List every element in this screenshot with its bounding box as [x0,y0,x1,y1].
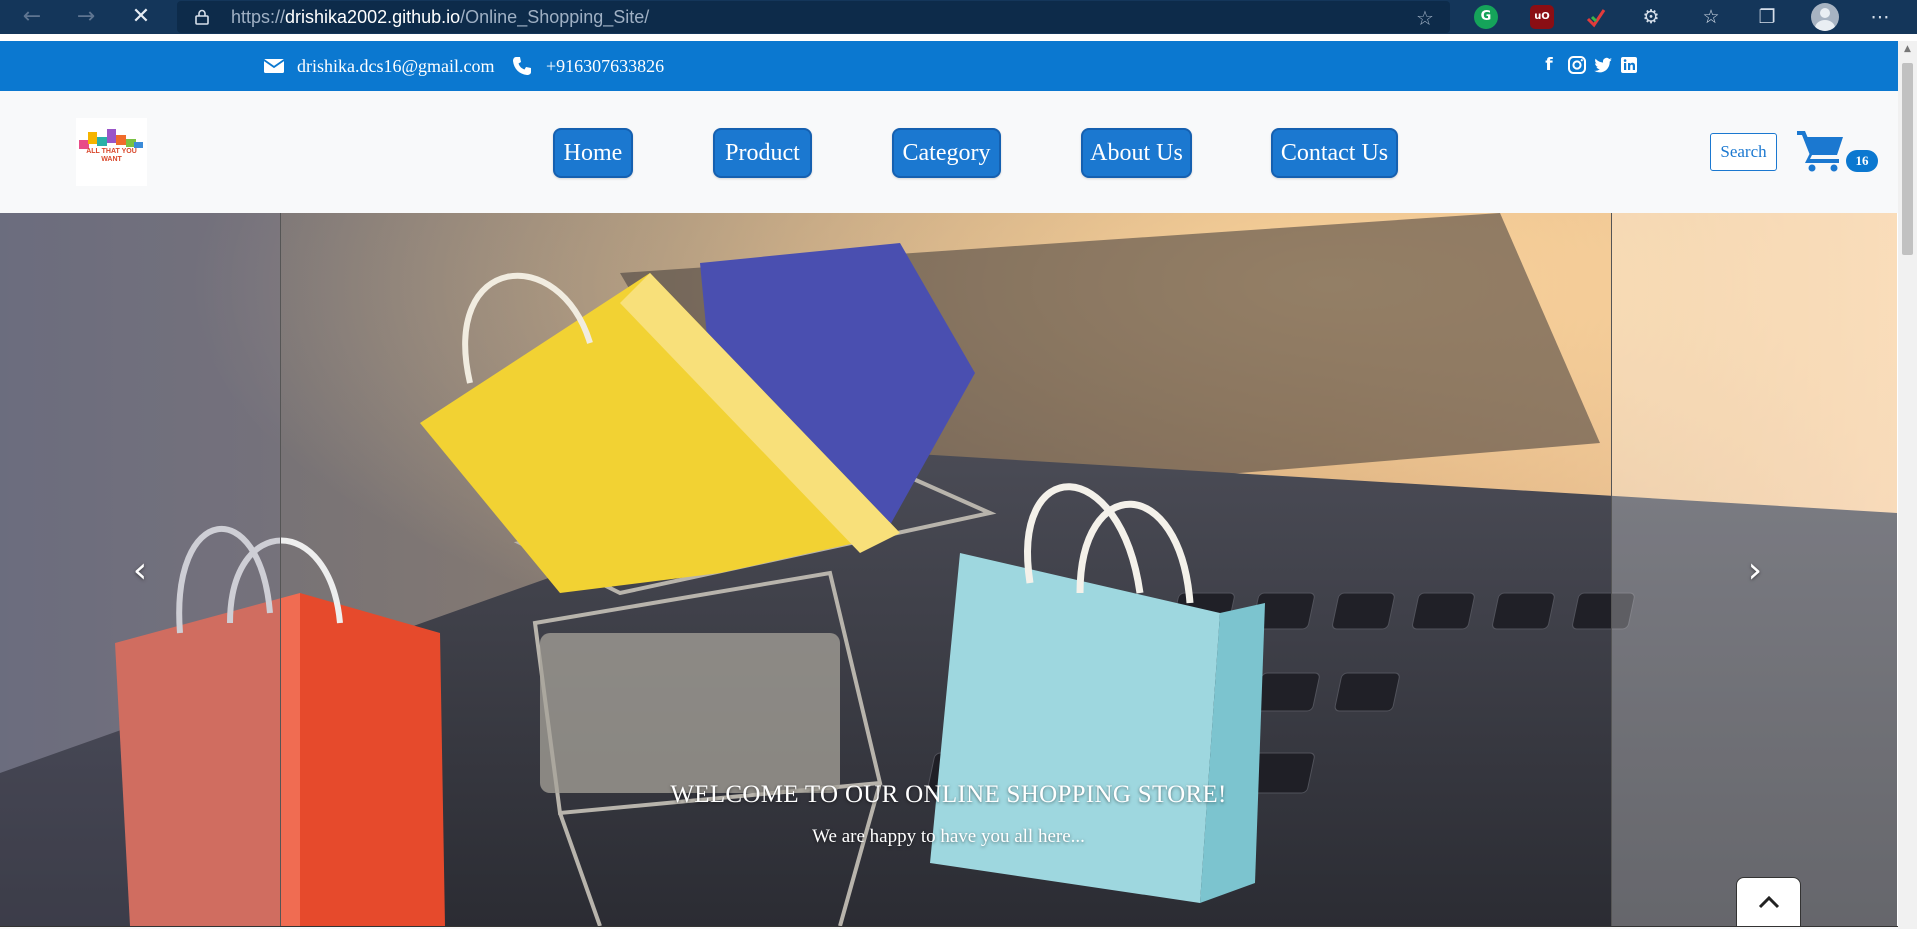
carousel-caption-title: WELCOME TO OUR ONLINE SHOPPING STORE! [670,781,1227,808]
color-extension-icon[interactable] [1584,5,1608,29]
contact-phone[interactable]: +916307633826 [546,41,664,91]
address-bar[interactable]: https://drishika2002.github.io/Online_Sh… [177,1,1450,33]
nav-product[interactable]: Product [713,128,812,178]
envelope-icon [263,59,285,73]
forward-arrow-icon[interactable]: → [66,0,106,34]
contact-topbar: drishika.dcs16@gmail.com +916307633826 f [0,41,1898,91]
nav-contact-us[interactable]: Contact Us [1271,128,1398,178]
nav-category[interactable]: Category [892,128,1001,178]
favorites-icon[interactable]: ☆ [1698,4,1724,30]
twitter-icon[interactable] [1593,55,1613,75]
stop-loading-icon[interactable]: ✕ [121,0,161,34]
profile-avatar[interactable] [1811,3,1839,31]
chevron-up-icon [1758,895,1780,909]
site-header: ALL THAT YOU WANT Home Product Category … [0,91,1898,213]
ublock-icon[interactable]: uO [1530,5,1554,29]
carousel-next-chevron-icon[interactable]: › [1735,551,1775,591]
page-scrollbar[interactable]: ▲ [1898,41,1917,929]
logo-text: ALL THAT YOU WANT [86,148,137,163]
linkedin-icon[interactable] [1619,55,1639,75]
more-menu-icon[interactable]: ⋯ [1867,4,1893,30]
collections-icon[interactable]: ❐ [1754,4,1780,30]
site-logo[interactable]: ALL THAT YOU WANT [76,118,147,186]
nav-about-us[interactable]: About Us [1081,128,1192,178]
back-arrow-icon[interactable]: ← [12,0,52,34]
hero-carousel: WELCOME TO OUR ONLINE SHOPPING STORE! We… [0,213,1897,926]
url-scheme: https:// [231,7,286,27]
carousel-caption-subtitle: We are happy to have you all here... [812,826,1085,847]
nav-home[interactable]: Home [553,128,633,178]
contact-email[interactable]: drishika.dcs16@gmail.com [297,41,495,91]
back-to-top-button[interactable] [1736,877,1801,929]
lock-icon [195,9,209,25]
browser-toolbar: ← → ✕ https://drishika2002.github.io/Onl… [0,0,1917,34]
carousel-prev-chevron-icon[interactable]: ‹ [120,551,160,591]
grammarly-icon[interactable]: G [1474,5,1498,29]
shopping-cart-icon[interactable] [1796,128,1846,172]
url-host: drishika2002.github.io [285,7,461,27]
extensions-puzzle-icon[interactable]: ⚙ [1638,4,1664,30]
instagram-icon[interactable] [1567,55,1587,75]
url-text: https://drishika2002.github.io/Online_Sh… [231,1,649,33]
cart-count-badge: 16 [1846,150,1878,172]
url-path: /Online_Shopping_Site/ [460,7,650,27]
scrollbar-thumb[interactable] [1902,63,1913,255]
phone-icon [513,57,531,75]
scroll-up-arrow-icon[interactable]: ▲ [1898,41,1917,58]
facebook-icon[interactable]: f [1539,55,1559,75]
carousel-indicators[interactable] [938,916,954,920]
add-favorite-icon[interactable]: ☆ [1416,7,1438,29]
search-button[interactable]: Search [1710,133,1777,171]
active-slide [280,213,1612,926]
